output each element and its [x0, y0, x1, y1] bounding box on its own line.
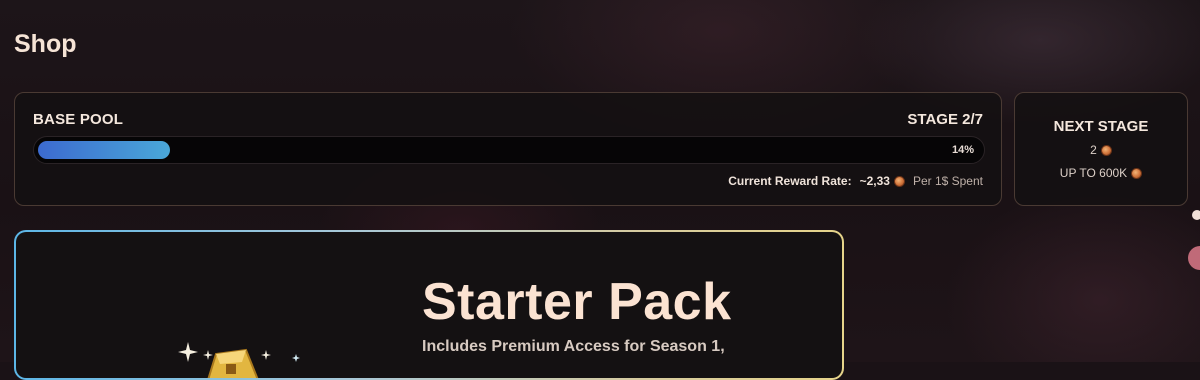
side-decoration	[1192, 210, 1200, 220]
next-stage-card: NEXT STAGE 2 UP TO 600K	[1014, 92, 1188, 206]
page-title: Shop	[14, 30, 77, 58]
pool-progress-bar: 14%	[33, 136, 985, 164]
next-stage-value: 2	[1090, 143, 1097, 157]
starter-pack-inner: Starter Pack Includes Premium Access for…	[16, 232, 842, 378]
reward-rate-value: ~2,33	[859, 174, 890, 188]
coin-icon	[893, 175, 905, 187]
base-pool-card: BASE POOL STAGE 2/7 14% Current Reward R…	[14, 92, 1002, 206]
next-stage-value-row: 2	[1015, 143, 1187, 157]
next-stage-title: NEXT STAGE	[1053, 118, 1149, 135]
pool-label: BASE POOL	[33, 111, 124, 128]
next-stage-cap-row: UP TO 600K	[1015, 166, 1187, 180]
coin-icon	[1100, 144, 1112, 156]
pool-progress-percent: 14%	[951, 144, 974, 156]
coin-icon	[1131, 167, 1143, 179]
pool-progress-fill	[38, 141, 170, 159]
starter-pack-description: Includes Premium Access for Season 1,	[422, 338, 725, 355]
next-stage-cap: UP TO 600K	[1059, 166, 1128, 180]
reward-rate-row: Current Reward Rate: ~2,33 Per 1$ Spent	[728, 174, 983, 188]
sparkle-icon	[178, 342, 300, 362]
reward-rate-suffix: Per 1$ Spent	[912, 174, 983, 188]
reward-rate-label: Current Reward Rate:	[728, 174, 852, 188]
starter-pack-card[interactable]: Starter Pack Includes Premium Access for…	[14, 230, 844, 380]
stage-label: STAGE 2/7	[907, 111, 983, 128]
starter-pack-title: Starter Pack	[422, 273, 732, 331]
